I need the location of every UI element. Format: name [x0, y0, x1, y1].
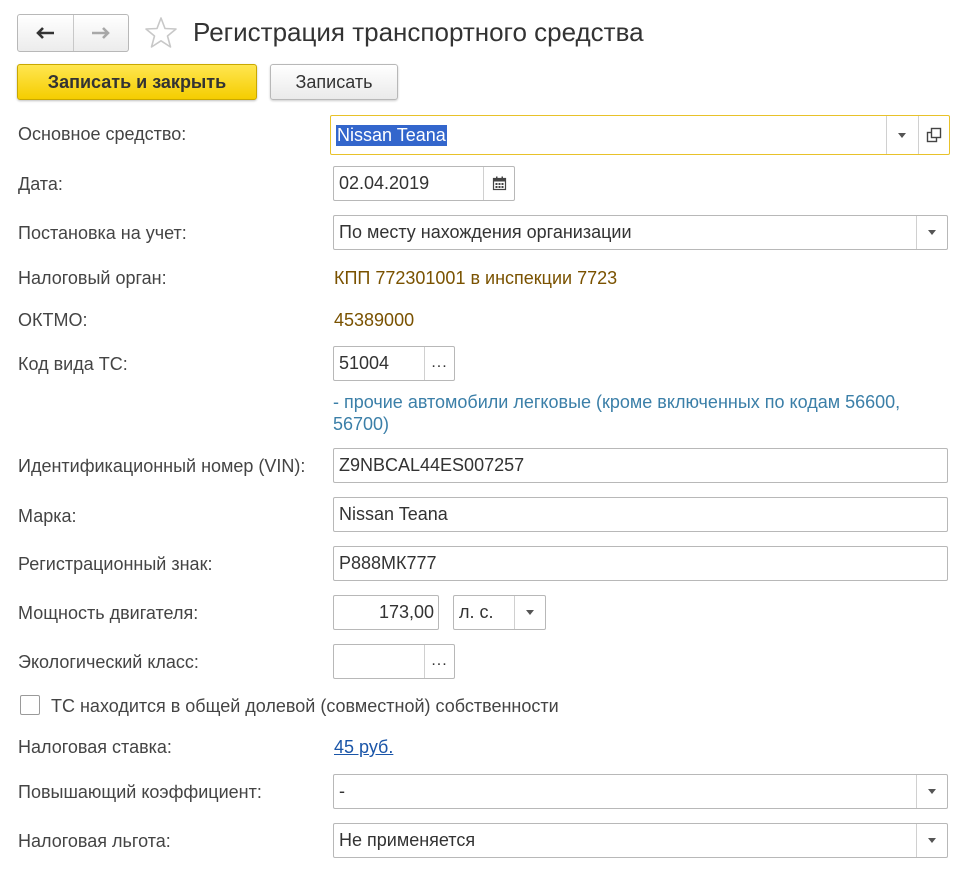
- calendar-button[interactable]: [483, 167, 514, 200]
- open-form-icon: [926, 127, 942, 143]
- eco-class-label: Экологический класс:: [18, 652, 199, 672]
- tax-authority-value[interactable]: КПП 772301001 в инспекции 7723: [334, 268, 617, 289]
- forward-button[interactable]: [72, 15, 129, 51]
- brand-label: Марка:: [18, 506, 77, 526]
- navigation-group: [17, 14, 129, 52]
- date-value: 02.04.2019: [339, 173, 430, 193]
- asset-field[interactable]: Nissan Teana: [330, 115, 950, 155]
- vehicle-code-description: - прочие автомобили легковые (кроме вклю…: [333, 392, 901, 434]
- registration-label: Постановка на учет:: [18, 223, 187, 243]
- vehicle-code-field[interactable]: 51004 ...: [333, 346, 455, 381]
- shared-ownership-checkbox[interactable]: [20, 695, 40, 715]
- arrow-right-icon: [91, 27, 110, 39]
- eco-class-field[interactable]: ...: [333, 644, 455, 679]
- tax-authority-label: Налоговый орган:: [18, 268, 167, 288]
- coefficient-label: Повышающий коэффициент:: [18, 782, 262, 802]
- chevron-down-icon: [928, 838, 936, 843]
- power-field[interactable]: 173,00: [333, 595, 439, 630]
- tax-rate-link[interactable]: 45 руб.: [334, 737, 393, 758]
- reg-sign-value: Р888МК777: [339, 553, 437, 573]
- asset-open-button[interactable]: [918, 116, 949, 154]
- date-field[interactable]: 02.04.2019: [333, 166, 515, 201]
- reg-sign-label: Регистрационный знак:: [18, 554, 213, 574]
- benefit-label: Налоговая льгота:: [18, 831, 171, 851]
- chevron-down-icon: [526, 610, 534, 615]
- vehicle-code-select-button[interactable]: ...: [424, 347, 454, 380]
- coefficient-dropdown-button[interactable]: [916, 775, 947, 808]
- power-label: Мощность двигателя:: [18, 603, 199, 623]
- vehicle-code-label: Код вида ТС:: [18, 354, 128, 374]
- coefficient-value: -: [339, 781, 345, 801]
- chevron-down-icon: [928, 789, 936, 794]
- benefit-dropdown-button[interactable]: [916, 824, 947, 857]
- calendar-icon: [492, 176, 506, 191]
- tax-rate-label: Налоговая ставка:: [18, 737, 172, 757]
- registration-value: По месту нахождения организации: [339, 222, 632, 242]
- shared-ownership-label[interactable]: ТС находится в общей долевой (совместной…: [51, 696, 559, 717]
- oktmo-value[interactable]: 45389000: [334, 310, 414, 331]
- chevron-down-icon: [928, 230, 936, 235]
- save-and-close-button[interactable]: Записать и закрыть: [17, 64, 257, 100]
- star-icon: [145, 17, 177, 48]
- vehicle-code-value: 51004: [339, 353, 390, 373]
- save-button[interactable]: Записать: [270, 64, 398, 100]
- asset-value: Nissan Teana: [336, 124, 447, 146]
- power-unit-value: л. с.: [459, 602, 494, 622]
- back-button[interactable]: [18, 15, 73, 51]
- power-value: 173,00: [378, 602, 434, 622]
- registration-dropdown-button[interactable]: [916, 216, 947, 249]
- chevron-down-icon: [898, 132, 906, 138]
- vin-value: Z9NBCAL44ES007257: [339, 455, 525, 475]
- brand-value: Nissan Teana: [339, 504, 448, 524]
- date-label: Дата:: [18, 174, 63, 194]
- brand-field[interactable]: Nissan Teana: [333, 497, 948, 532]
- asset-label: Основное средство:: [18, 124, 187, 144]
- favorite-star-button[interactable]: [143, 15, 179, 56]
- power-unit-dropdown-button[interactable]: [514, 596, 545, 629]
- vin-field[interactable]: Z9NBCAL44ES007257: [333, 448, 948, 483]
- arrow-left-icon: [36, 27, 55, 39]
- oktmo-label: ОКТМО:: [18, 310, 88, 330]
- window-title: Регистрация транспортного средства: [193, 17, 644, 47]
- eco-class-select-button[interactable]: ...: [424, 645, 454, 678]
- vin-label: Идентификационный номер (VIN):: [18, 456, 306, 476]
- asset-dropdown-button[interactable]: [886, 116, 917, 154]
- power-unit-select[interactable]: л. с.: [453, 595, 546, 630]
- reg-sign-field[interactable]: Р888МК777: [333, 546, 948, 581]
- registration-select[interactable]: По месту нахождения организации: [333, 215, 948, 250]
- coefficient-select[interactable]: -: [333, 774, 948, 809]
- benefit-select[interactable]: Не применяется: [333, 823, 948, 858]
- benefit-value: Не применяется: [339, 830, 476, 850]
